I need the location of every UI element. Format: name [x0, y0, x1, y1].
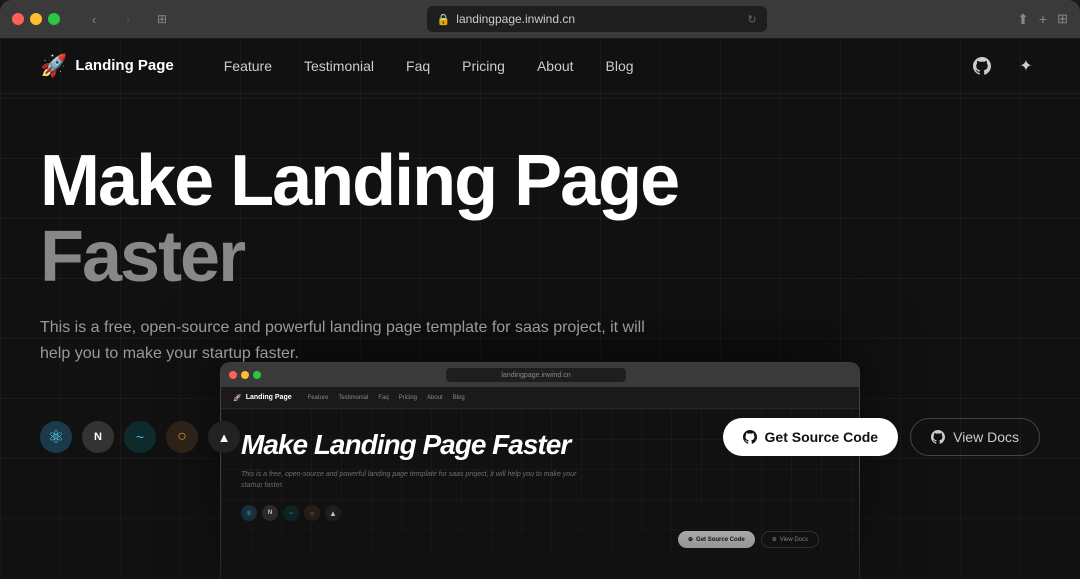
- github-icon: [973, 57, 991, 75]
- preview-hero-sub: This is a free, open-source and powerful…: [241, 469, 581, 491]
- github-icon-docs: [931, 430, 945, 444]
- hero-title-part1: Make Landing Page: [40, 141, 678, 221]
- nav-feature[interactable]: Feature: [224, 58, 272, 74]
- hero-subtitle: This is a free, open-source and powerful…: [40, 315, 660, 366]
- browser-titlebar: ‹ › ⊞ 🔒 landingpage.inwind.cn ↻ ⬆ + ⊞: [0, 0, 1080, 38]
- nav-blog[interactable]: Blog: [606, 58, 634, 74]
- minimize-button[interactable]: [30, 13, 42, 25]
- close-button[interactable]: [12, 13, 24, 25]
- share-icon[interactable]: ⬆: [1017, 11, 1029, 28]
- url-text: landingpage.inwind.cn: [456, 12, 575, 26]
- preview-vercel: ▲: [325, 505, 341, 521]
- hero-section: Make Landing Page Faster This is a free,…: [0, 94, 860, 428]
- sidebar-button[interactable]: ⊞: [148, 9, 176, 29]
- lock-icon: 🔒: [437, 13, 451, 26]
- nav-pricing[interactable]: Pricing: [462, 58, 505, 74]
- reload-icon[interactable]: ↻: [747, 13, 756, 26]
- hero-title: Make Landing Page Faster: [40, 144, 820, 295]
- headless-icon: ○: [166, 421, 198, 453]
- back-button[interactable]: ‹: [80, 9, 108, 29]
- preview-next: N: [262, 505, 278, 521]
- react-icon: ⚛: [40, 421, 72, 453]
- nav-right-actions: ✦: [968, 52, 1040, 80]
- github-icon-btn: [743, 430, 757, 444]
- maximize-button[interactable]: [48, 13, 60, 25]
- browser-nav-controls: ‹ › ⊞: [80, 9, 176, 29]
- page-content: 🚀 Landing Page Feature Testimonial Faq P…: [0, 38, 1080, 579]
- next-icon: N: [82, 421, 114, 453]
- nav-about[interactable]: About: [537, 58, 574, 74]
- traffic-lights: [12, 13, 60, 25]
- brand-emoji: 🚀: [40, 53, 67, 79]
- preview-react: ⚛: [241, 505, 257, 521]
- nav-testimonial[interactable]: Testimonial: [304, 58, 374, 74]
- forward-button[interactable]: ›: [114, 9, 142, 29]
- tailwind-icon: ~: [124, 421, 156, 453]
- browser-window: ‹ › ⊞ 🔒 landingpage.inwind.cn ↻ ⬆ + ⊞: [0, 0, 1080, 38]
- address-bar[interactable]: 🔒 landingpage.inwind.cn ↻: [427, 6, 767, 32]
- hero-title-faster: Faster: [40, 217, 244, 297]
- new-tab-icon[interactable]: +: [1039, 11, 1047, 27]
- tech-stack: ⚛ N ~ ○ ▲: [40, 421, 240, 453]
- preview-get-source-button: ⊕ Get Source Code: [678, 531, 755, 548]
- view-docs-button[interactable]: View Docs: [910, 418, 1040, 456]
- brand-name: Landing Page: [75, 57, 173, 74]
- cta-buttons: Get Source Code View Docs: [723, 418, 1040, 456]
- site-nav: 🚀 Landing Page Feature Testimonial Faq P…: [0, 38, 1080, 94]
- nav-links: Feature Testimonial Faq Pricing About Bl…: [224, 58, 968, 74]
- hero-actions-row: ⚛ N ~ ○ ▲ Get Source Code View Docs: [0, 418, 1080, 456]
- preview-tailwind: ~: [283, 505, 299, 521]
- preview-view-docs-button: ⊕ View Docs: [761, 531, 819, 548]
- vercel-icon: ▲: [208, 421, 240, 453]
- get-source-code-button[interactable]: Get Source Code: [723, 418, 899, 456]
- theme-toggle[interactable]: ✦: [1012, 52, 1040, 80]
- address-bar-container: 🔒 landingpage.inwind.cn ↻: [184, 6, 1009, 32]
- browser-action-buttons: ⬆ + ⊞: [1017, 11, 1068, 28]
- nav-brand: 🚀 Landing Page: [40, 53, 174, 79]
- preview-headless: ○: [304, 505, 320, 521]
- nav-faq[interactable]: Faq: [406, 58, 430, 74]
- preview-tech-row: ⚛ N ~ ○ ▲: [241, 505, 839, 521]
- github-link[interactable]: [968, 52, 996, 80]
- grid-icon[interactable]: ⊞: [1057, 11, 1068, 27]
- preview-cta-buttons: ⊕ Get Source Code ⊕ View Docs: [241, 531, 839, 548]
